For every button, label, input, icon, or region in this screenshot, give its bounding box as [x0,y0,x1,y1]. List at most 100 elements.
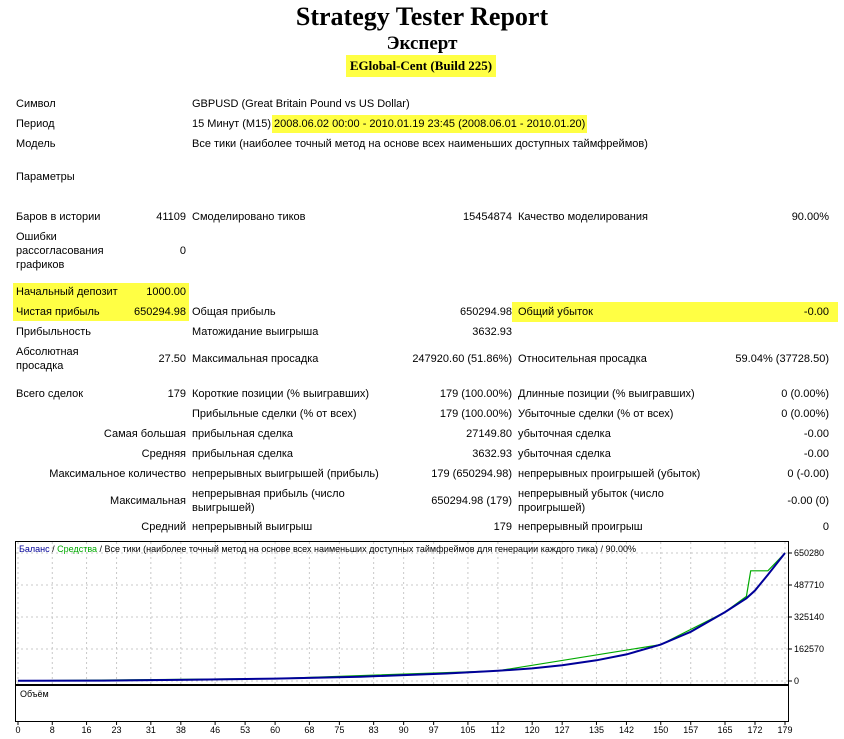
x-tick-label: 68 [304,725,314,735]
cons-profit-value: 650294.98 (179) [431,495,512,507]
x-tick-label: 75 [334,725,344,735]
largest-label: Самая большая [103,428,186,440]
total-trades-label: Всего сделок [16,388,84,400]
x-tick-label: 179 [777,725,792,735]
avg-profit-value: 3632.93 [472,448,512,460]
largest-loss-value: -0.00 [803,428,829,440]
cons-losses-label: непрерывных проигрышей (убыток) [518,468,701,480]
x-tick-label: 105 [460,725,475,735]
legend-equity: Средства [57,544,97,554]
y-axis-ticks: 650280 487710 325140 162570 0 [788,548,824,686]
cons-losses-value: 0 (-0.00) [787,468,829,480]
net-profit-label: Чистая прибыль [16,306,100,318]
params-label: Параметры [16,171,75,183]
long-positions-value: 0 (0.00%) [781,388,829,400]
largest-loss-label: убыточная сделка [518,428,611,440]
average-label: Средняя [141,448,186,460]
short-positions-value: 179 (100.00%) [439,388,512,400]
cons-profit-label: непрерывная прибыль (число выигрышей) [192,488,345,514]
bars-label: Баров в истории [16,211,101,223]
x-tick-label: 172 [747,725,762,735]
cons-loss-label: непрерывный убыток (число проигрышей) [518,488,664,514]
balance-chart: Объём Баланс / Средства / Все тики (наиб… [15,541,824,735]
quality-value: 90.00% [791,211,829,223]
avg-cons-label: Средний [141,521,186,533]
abs-drawdown-value: 27.50 [158,353,186,365]
period-range: 2008.06.02 00:00 - 2010.01.19 23:45 (200… [272,115,588,133]
gross-loss-label: Общий убыток [518,306,593,318]
deposit-value: 1000.00 [146,286,186,298]
avg-cons-loss-label: непрерывный проигрыш [518,521,643,533]
model-label: Модель [16,138,56,150]
maximal-label: Максимальная [110,495,186,507]
period-timeframe: 15 Минут (M15) [192,118,271,130]
bars-value: 41109 [156,211,186,223]
expert-heading: Эксперт [386,33,458,54]
x-tick-label: 112 [491,725,505,735]
x-tick-label: 142 [619,725,634,735]
quality-label: Качество моделирования [518,211,648,223]
loss-trades-value: 0 (0.00%) [781,408,829,420]
avg-cons-win-value: 179 [493,521,512,533]
x-tick-label: 38 [176,725,186,735]
abs-drawdown-label: Абсолютная просадка [16,346,79,372]
expected-payoff-value: 3632.93 [472,326,512,338]
rel-drawdown-label: Относительная просадка [518,353,647,365]
short-positions-label: Короткие позиции (% выигравших) [192,388,370,400]
y-tick-label: 650280 [794,548,824,558]
symbol-label: Символ [16,98,56,110]
avg-cons-loss-value: 0 [822,521,829,533]
x-tick-label: 23 [112,725,122,735]
period-label: Период [16,118,55,130]
x-tick-label: 31 [146,725,156,735]
y-tick-label: 162570 [794,644,824,654]
x-tick-label: 90 [399,725,409,735]
rel-drawdown-value: 59.04% (37728.50) [735,353,829,365]
legend-description: / Все тики (наиболее точный метод на осн… [97,544,636,554]
profit-trades-value: 179 (100.00%) [439,408,512,420]
x-tick-label: 120 [525,725,540,735]
x-tick-label: 16 [82,725,92,735]
symbol-value: GBPUSD (Great Britain Pound vs US Dollar… [192,98,410,110]
x-tick-label: 53 [240,725,250,735]
y-tick-label: 487710 [794,580,824,590]
net-profit-value: 650294.98 [134,306,186,318]
x-tick-label: 127 [555,725,570,735]
chart-frame [15,541,789,685]
report-title: Strategy Tester Report [295,2,549,31]
avg-cons-win-label: непрерывный выигрыш [192,521,313,533]
avg-loss-value: -0.00 [803,448,829,460]
mismatch-value: 0 [179,245,186,257]
largest-profit-value: 27149.80 [466,428,512,440]
avg-loss-label: убыточная сделка [518,448,611,460]
legend-balance: Баланс [19,544,50,554]
largest-profit-label: прибыльная сделка [192,428,294,440]
avg-profit-label: прибыльная сделка [192,448,294,460]
x-tick-label: 150 [653,725,668,735]
y-tick-label: 0 [794,676,799,686]
x-tick-label: 60 [270,725,280,735]
loss-trades-label: Убыточные сделки (% от всех) [518,408,674,420]
ea-name: EGlobal-Cent (Build 225) [346,55,496,77]
x-tick-label: 8 [50,725,55,735]
y-tick-label: 325140 [794,612,824,622]
x-tick-label: 46 [210,725,220,735]
ticks-value: 15454874 [463,211,512,223]
cons-wins-label: непрерывных выигрышей (прибыль) [192,468,379,480]
gross-loss-value: -0.00 [803,306,829,318]
expected-payoff-label: Матожидание выигрыша [192,326,319,338]
x-tick-label: 157 [683,725,698,735]
volume-label: Объём [20,689,49,699]
x-tick-label: 165 [717,725,732,735]
profit-trades-label: Прибыльные сделки (% от всех) [192,408,357,420]
gross-profit-label: Общая прибыль [192,306,276,318]
max-drawdown-label: Максимальная просадка [192,353,319,365]
x-tick-label: 83 [369,725,379,735]
volume-frame [15,685,789,722]
deposit-label: Начальный депозит [16,286,118,298]
long-positions-label: Длинные позиции (% выигравших) [518,388,695,400]
x-axis-ticks: 0 8 16 23 31 38 46 53 60 68 75 83 90 97 105 112 120 127 13… [15,721,793,735]
total-trades-value: 179 [167,388,186,400]
cons-wins-value: 179 (650294.98) [431,468,512,480]
profit-factor-label: Прибыльность [16,326,91,338]
